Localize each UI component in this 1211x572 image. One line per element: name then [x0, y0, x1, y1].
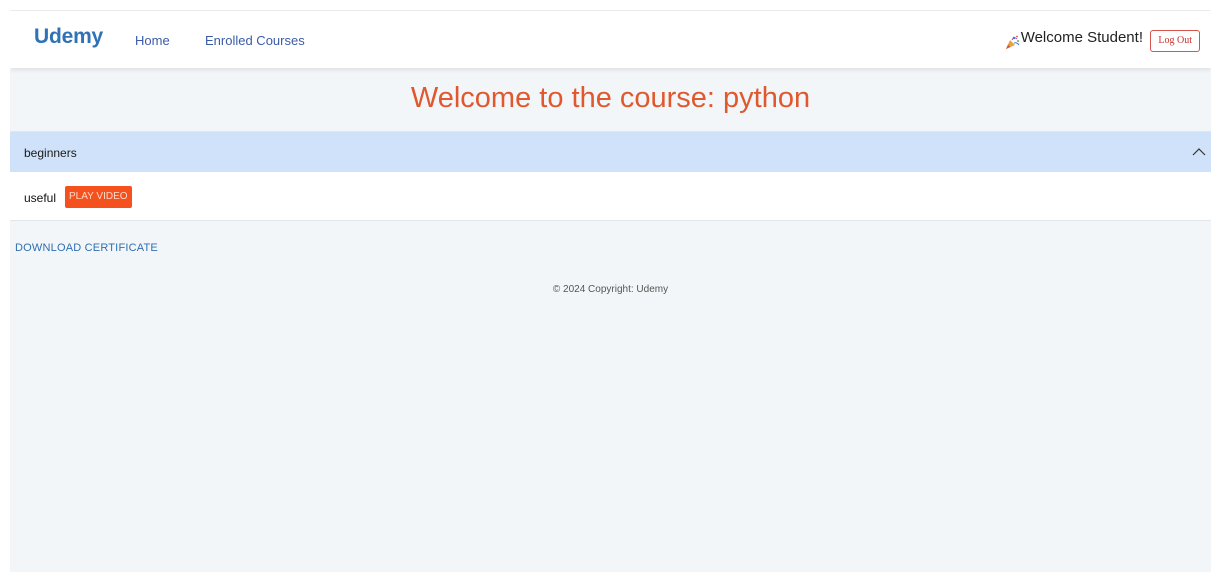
- party-popper-icon: [1005, 34, 1021, 50]
- footer-copyright: © 2024 Copyright: Udemy: [552, 284, 669, 295]
- download-certificate-link[interactable]: DOWNLOAD CERTIFICATE: [15, 242, 158, 254]
- accordion-header-beginners[interactable]: beginners: [10, 131, 1211, 172]
- welcome-text: Welcome Student!: [1020, 29, 1143, 46]
- navbar: Udemy Home Enrolled Courses Welcome Stud…: [10, 10, 1211, 68]
- lesson-name: useful: [24, 191, 57, 205]
- brand-logo[interactable]: Udemy: [34, 25, 103, 49]
- accordion-body: useful PLAY VIDEO: [10, 172, 1211, 221]
- nav-link-enrolled-courses[interactable]: Enrolled Courses: [205, 33, 305, 48]
- play-video-button[interactable]: PLAY VIDEO: [65, 186, 132, 208]
- page: Udemy Home Enrolled Courses Welcome Stud…: [10, 10, 1211, 572]
- accordion-section-label: beginners: [24, 146, 77, 160]
- logout-button[interactable]: Log Out: [1150, 30, 1200, 52]
- chevron-up-icon[interactable]: [1191, 144, 1207, 160]
- page-title: Welcome to the course: python: [410, 82, 811, 114]
- nav-link-home[interactable]: Home: [135, 33, 170, 48]
- welcome-message: Welcome Student!: [1005, 29, 1143, 49]
